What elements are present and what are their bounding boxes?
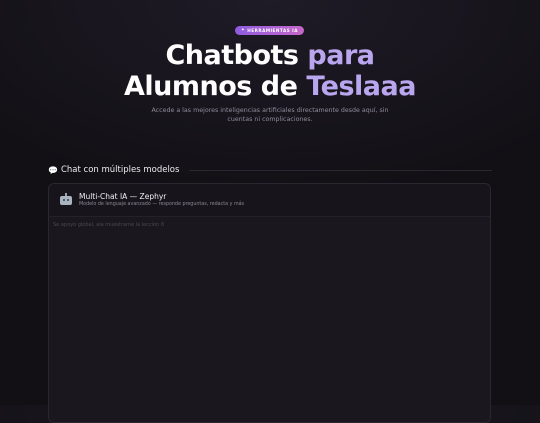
chat-title: Multi-Chat IA — Zephyr: [79, 192, 167, 201]
hero-title-text: Alumnos de: [124, 71, 307, 102]
hero-title-accent: para: [307, 40, 375, 71]
section-header: 💬 Chat con múltiples modelos: [48, 164, 492, 176]
hero-title-line-1: Chatbots para: [0, 40, 540, 71]
robot-icon: [59, 193, 73, 207]
chat-header: Multi-Chat IA — Zephyr Modelo de lenguaj…: [49, 184, 490, 217]
hero-subtitle: Accede a las mejores inteligencias artif…: [151, 107, 389, 123]
hero-title-line-2: Alumnos de Teslaaa: [0, 71, 540, 102]
chat-embed-area[interactable]: [49, 217, 490, 422]
hero-title: Chatbots para Alumnos de Teslaaa: [0, 40, 540, 102]
section-divider: [189, 169, 492, 171]
speech-bubble-icon: 💬: [48, 165, 58, 175]
badge-label: HERRAMIENTAS IA: [247, 28, 298, 33]
section-title: Chat con múltiples modelos: [60, 165, 180, 175]
sparkle-icon: ✦: [241, 28, 246, 33]
hero-title-accent: Teslaaa: [306, 71, 416, 102]
chat-description: Modelo de lenguaje avanzado — responde p…: [79, 202, 245, 207]
chat-header-text: Multi-Chat IA — Zephyr Modelo de lenguaj…: [79, 192, 244, 208]
chat-input[interactable]: [53, 220, 473, 230]
tools-badge: ✦ HERRAMIENTAS IA: [235, 26, 304, 35]
chat-panel: Multi-Chat IA — Zephyr Modelo de lenguaj…: [48, 183, 491, 423]
hero-title-text: Chatbots: [165, 40, 308, 71]
